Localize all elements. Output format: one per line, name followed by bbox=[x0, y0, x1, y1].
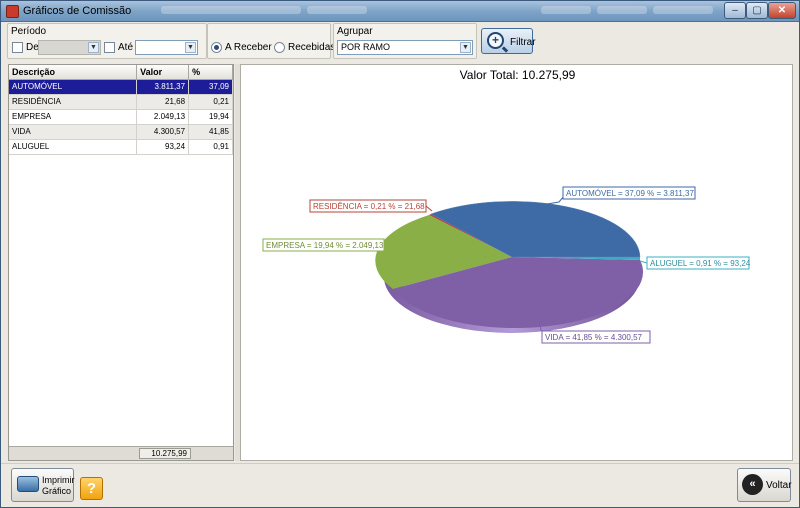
label-automovel: AUTOMÓVEL = 37,09 % = 3.811,37 bbox=[566, 189, 694, 198]
grid-footer: 10.275,99 bbox=[9, 446, 233, 460]
chevron-down-icon[interactable]: ▼ bbox=[460, 42, 471, 53]
back-button[interactable]: « Voltar bbox=[737, 468, 792, 502]
double-chevron-left-icon: « bbox=[742, 474, 763, 495]
cell-descricao: EMPRESA bbox=[9, 109, 138, 125]
commission-charts-window: Gráficos de Comissão ‒ ▢ ✕ Período De ▼ … bbox=[0, 0, 800, 508]
close-button[interactable]: ✕ bbox=[768, 2, 796, 19]
table-row[interactable]: RESIDÊNCIA 21,68 0,21 bbox=[9, 94, 233, 110]
label-vida: VIDA = 41,85 % = 4.300,57 bbox=[545, 333, 643, 342]
recebidas-radio[interactable] bbox=[274, 42, 285, 53]
maximize-button[interactable]: ▢ bbox=[746, 2, 768, 19]
status-group: A Receber Recebidas bbox=[207, 23, 335, 59]
label-aluguel: ALUGUEL = 0,91 % = 93,24 bbox=[650, 259, 751, 268]
cell-descricao: AUTOMÓVEL bbox=[9, 79, 138, 95]
table-row[interactable]: AUTOMÓVEL 3.811,37 37,09 bbox=[9, 79, 233, 95]
print-chart-button[interactable]: Imprimir Gráfico bbox=[11, 468, 75, 502]
from-date-field[interactable]: ▼ bbox=[38, 40, 101, 55]
group-by-label: Agrupar bbox=[337, 26, 373, 37]
data-grid: Descrição Valor % AUTOMÓVEL 3.811,37 37,… bbox=[8, 64, 234, 461]
filter-toolbar: Período De ▼ Até ▼ A Receber Recebidas A… bbox=[5, 23, 797, 61]
to-checkbox[interactable] bbox=[104, 42, 115, 53]
minimize-button[interactable]: ‒ bbox=[724, 2, 746, 19]
table-row[interactable]: EMPRESA 2.049,13 19,94 bbox=[9, 109, 233, 125]
group-by-group: Agrupar POR RAMO ▼ bbox=[333, 23, 477, 59]
chart-panel: Valor Total: 10.275,99 AUTOMÓVEL = 37,09… bbox=[240, 64, 793, 461]
column-header-valor[interactable]: Valor bbox=[136, 65, 190, 80]
chevron-down-icon[interactable]: ▼ bbox=[88, 42, 99, 53]
from-checkbox[interactable] bbox=[12, 42, 23, 53]
chevron-down-icon[interactable]: ▼ bbox=[185, 42, 196, 53]
blurred-taskbar-text bbox=[653, 6, 713, 14]
title-bar: Gráficos de Comissão ‒ ▢ ✕ bbox=[1, 1, 799, 22]
back-label: Voltar bbox=[766, 480, 792, 491]
cell-valor: 3.811,37 bbox=[136, 79, 190, 95]
column-header-percent[interactable]: % bbox=[188, 65, 233, 80]
cell-descricao: VIDA bbox=[9, 124, 138, 140]
period-label: Período bbox=[11, 26, 47, 37]
column-header-descricao[interactable]: Descrição bbox=[9, 65, 138, 80]
blurred-taskbar-text bbox=[541, 6, 591, 14]
blurred-taskbar-text bbox=[161, 6, 301, 14]
blurred-taskbar-text bbox=[307, 6, 367, 14]
print-label-line-2: Gráfico bbox=[42, 486, 72, 496]
filter-button-label: Filtrar bbox=[510, 37, 536, 48]
total-value: 10.275,99 bbox=[139, 448, 191, 459]
leader-residencia bbox=[425, 205, 433, 212]
filter-button[interactable]: + Filtrar bbox=[481, 28, 536, 54]
cell-percent: 37,09 bbox=[188, 79, 233, 95]
to-date-field[interactable]: ▼ bbox=[135, 40, 198, 55]
printer-icon bbox=[17, 476, 39, 492]
help-icon[interactable]: ? bbox=[80, 477, 103, 500]
app-icon bbox=[6, 5, 19, 18]
cell-percent: 0,91 bbox=[188, 139, 233, 155]
print-label-line-1: Imprimir bbox=[42, 475, 75, 485]
period-group: Período De ▼ Até ▼ bbox=[7, 23, 207, 59]
cell-valor: 93,24 bbox=[136, 139, 190, 155]
blurred-taskbar-text bbox=[597, 6, 647, 14]
table-row[interactable]: VIDA 4.300,57 41,85 bbox=[9, 124, 233, 140]
cell-percent: 19,94 bbox=[188, 109, 233, 125]
pie-chart: AUTOMÓVEL = 37,09 % = 3.811,37 RESIDÊNCI… bbox=[262, 186, 751, 344]
cell-valor: 4.300,57 bbox=[136, 124, 190, 140]
recebidas-label: Recebidas bbox=[288, 42, 336, 53]
from-label: De bbox=[26, 42, 39, 53]
window-title: Gráficos de Comissão bbox=[23, 5, 132, 17]
cell-valor: 2.049,13 bbox=[136, 109, 190, 125]
cell-percent: 41,85 bbox=[188, 124, 233, 140]
zoom-in-icon: + bbox=[487, 32, 504, 49]
a-receber-label: A Receber bbox=[225, 42, 272, 53]
cell-valor: 21,68 bbox=[136, 94, 190, 110]
a-receber-radio[interactable] bbox=[211, 42, 222, 53]
label-empresa: EMPRESA = 19,94 % = 2.049,13 bbox=[266, 241, 384, 250]
label-residencia: RESIDÊNCIA = 0,21 % = 21,68 bbox=[313, 202, 425, 211]
group-by-select[interactable]: POR RAMO ▼ bbox=[337, 40, 473, 55]
cell-descricao: ALUGUEL bbox=[9, 139, 138, 155]
cell-percent: 0,21 bbox=[188, 94, 233, 110]
to-label: Até bbox=[118, 42, 134, 53]
cell-descricao: RESIDÊNCIA bbox=[9, 94, 138, 110]
table-row[interactable]: ALUGUEL 93,24 0,91 bbox=[9, 139, 233, 155]
bottom-bar: Imprimir Gráfico « Voltar bbox=[1, 463, 799, 507]
